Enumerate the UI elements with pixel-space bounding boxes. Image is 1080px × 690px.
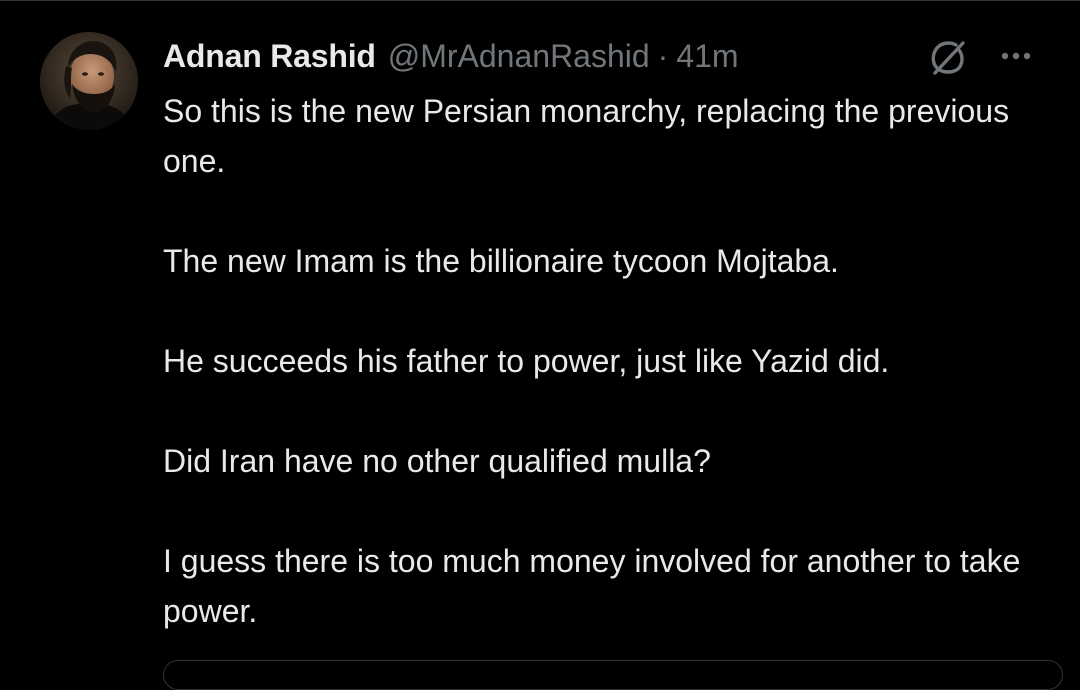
avatar-photo — [40, 32, 138, 130]
tweet-text: So this is the new Persian monarchy, rep… — [163, 86, 1043, 636]
separator-dot: · — [657, 37, 669, 74]
embedded-card-edge[interactable] — [163, 660, 1063, 690]
tweet[interactable]: Adnan Rashid @MrAdnanRashid · 41m So thi… — [0, 0, 1080, 690]
grok-icon[interactable] — [926, 36, 970, 80]
author-name[interactable]: Adnan Rashid — [163, 38, 376, 75]
more-icon[interactable] — [996, 40, 1036, 72]
author-handle[interactable]: @MrAdnanRashid — [388, 38, 650, 75]
tweet-paragraph: The new Imam is the billionaire tycoon M… — [163, 243, 839, 279]
tweet-paragraph: So this is the new Persian monarchy, rep… — [163, 93, 1010, 179]
tweet-paragraph: He succeeds his father to power, just li… — [163, 343, 890, 379]
tweet-paragraph: Did Iran have no other qualified mulla? — [163, 443, 711, 479]
timestamp[interactable]: 41m — [676, 38, 738, 75]
tweet-paragraph: I guess there is too much money involved… — [163, 543, 1021, 629]
tweet-header: Adnan Rashid @MrAdnanRashid · 41m — [163, 36, 739, 76]
avatar[interactable] — [40, 32, 138, 130]
